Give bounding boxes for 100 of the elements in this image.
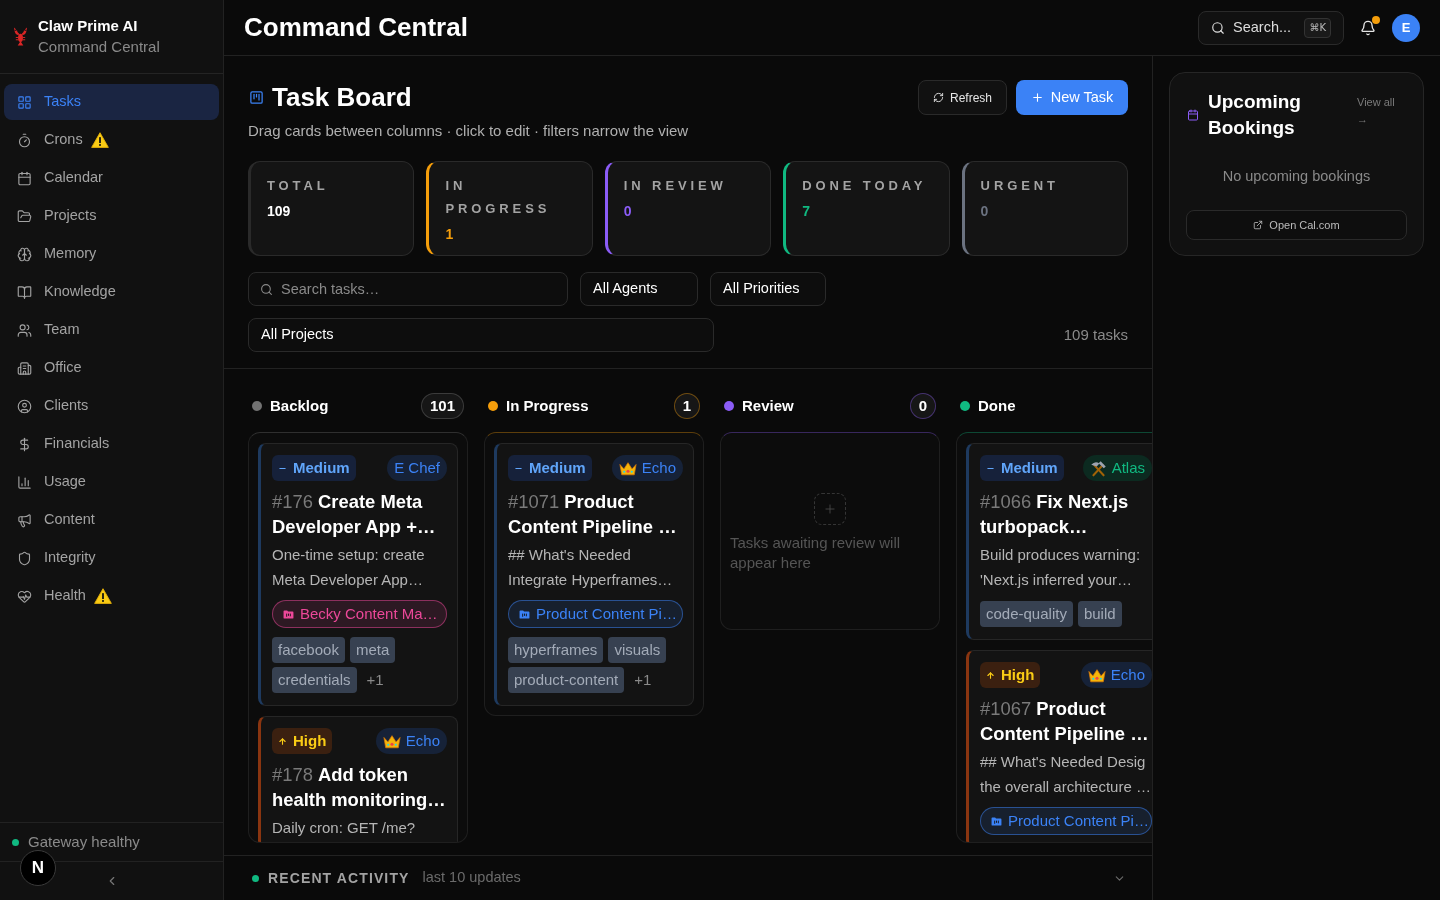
nav-item[interactable]: Usage: [4, 464, 219, 500]
stat-label: IN PROGRESS: [445, 177, 552, 218]
nav-item[interactable]: Knowledge: [4, 274, 219, 310]
search-field[interactable]: Search tasks…: [248, 272, 568, 306]
agent-badge: Echo: [1080, 662, 1152, 688]
brand-name: Claw Prime AI: [38, 16, 139, 36]
empty-bookings-text: No upcoming bookings: [1221, 167, 1372, 186]
nav-item[interactable]: Memory: [4, 236, 219, 272]
project-filter-select[interactable]: All Projects: [248, 318, 714, 352]
stat-label: TOTAL: [267, 177, 330, 195]
agent-badge: Echo: [611, 455, 683, 481]
project-pill: Product Content Pi…: [508, 600, 683, 628]
stopwatch-icon: [17, 132, 32, 148]
more-tags-count: +1: [366, 669, 384, 690]
activity-title: RECENT ACTIVITY: [268, 868, 410, 888]
task-title: #1071 Product Content Pipeline …: [508, 490, 678, 539]
search-icon: [1211, 20, 1225, 35]
nav-item[interactable]: Financials: [4, 426, 219, 462]
page-title: Command Central: [244, 11, 468, 44]
bar-chart-icon: [17, 474, 32, 490]
stat-label: DONE TODAY: [802, 177, 928, 195]
add-placeholder-icon: [814, 493, 846, 525]
task-title: #1066 Fix Next.js turbopack…: [980, 490, 1130, 539]
column-title: In Progress: [506, 395, 589, 416]
task-title: #178 Add token health monitoring…: [272, 763, 447, 812]
open-calendar-button[interactable]: Open Cal.com: [1186, 210, 1407, 240]
view-all-link[interactable]: View all →: [1357, 94, 1403, 128]
heart-pulse-icon: [17, 588, 32, 604]
agent-badge: Atlas: [1082, 455, 1152, 481]
people-icon: [17, 322, 32, 338]
refresh-icon: [933, 92, 944, 103]
task-card[interactable]: Medium Atlas #1066 Fix Next.js turbopack… Build produces warning: 'Next.js inferred your… code-quality build: [966, 443, 1152, 640]
bell-icon[interactable]: [1360, 19, 1376, 36]
nav-item[interactable]: Calendar: [4, 160, 219, 196]
megaphone-icon: [17, 512, 32, 528]
nav-item[interactable]: Health: [4, 578, 219, 614]
board-title: Task Board: [272, 81, 412, 114]
agent-badge: Echo: [375, 728, 447, 754]
folder-icon: [17, 208, 32, 224]
tag-chip: code-quality: [980, 601, 1073, 627]
search-icon: [260, 283, 273, 296]
tag-chip: build: [1077, 601, 1122, 627]
column-title: Done: [978, 395, 1016, 416]
column-count: 1: [673, 393, 700, 419]
book-icon: [17, 284, 32, 300]
priority-badge: Medium: [272, 455, 356, 481]
tag-chip: visuals: [608, 637, 667, 663]
search-button[interactable]: Search... ⌘K: [1198, 10, 1344, 45]
building-icon: [17, 360, 32, 376]
task-title: #176 Create Meta Developer App +…: [272, 490, 437, 539]
refresh-button[interactable]: Refresh: [918, 80, 1007, 115]
avatar-button[interactable]: E: [1392, 13, 1420, 42]
nav-item[interactable]: Team: [4, 312, 219, 348]
external-link-icon: [1253, 220, 1264, 230]
nav-item[interactable]: Tasks: [4, 84, 219, 120]
task-card[interactable]: Medium E Chef #176 Create Meta Developer App +… One-time setup: create Meta Developer App… Becky Content Ma… facebook meta credentials +1: [258, 443, 458, 706]
kanban-icon: [249, 90, 264, 105]
task-title: #1067 Product Content Pipeline …: [980, 697, 1150, 746]
brand-subtitle: Command Central: [38, 37, 160, 57]
agent-filter-select[interactable]: All Agents: [580, 272, 698, 306]
stat-value: 0: [623, 202, 633, 221]
gateway-status: Gateway healthy: [28, 831, 140, 852]
dollar-icon: [17, 436, 32, 452]
activity-subtitle: last 10 updates: [422, 868, 521, 888]
task-description: ## What's Needed Integrate Hyperframes…: [508, 545, 674, 590]
nav-item[interactable]: Projects: [4, 198, 219, 234]
tag-chip: hyperframes: [508, 637, 604, 663]
task-card[interactable]: High Echo #178 Add token health monitoring… Daily cron: GET /me?: [258, 716, 458, 842]
hammer-and-pick-icon: [1089, 459, 1107, 477]
nav-item[interactable]: Integrity: [4, 540, 219, 576]
nav-item[interactable]: Clients: [4, 388, 219, 424]
calendar-icon: [17, 170, 32, 186]
stat-label: URGENT: [980, 177, 1060, 195]
new-task-button[interactable]: New Task: [1016, 80, 1128, 115]
nav-item[interactable]: Crons: [4, 122, 219, 158]
nav-item[interactable]: Content: [4, 502, 219, 538]
project-pill: Becky Content Ma…: [272, 600, 447, 628]
column-title: Review: [742, 395, 794, 416]
task-description: Daily cron: GET /me?: [272, 818, 417, 838]
tag-chip: product-content: [508, 667, 625, 693]
tag-chip: credentials: [272, 667, 357, 693]
priority-filter-select[interactable]: All Priorities: [710, 272, 826, 306]
task-card[interactable]: High Echo #1067 Product Content Pipeline … ## What's Needed Desig the overall architecture … Product Content Pi…: [966, 650, 1152, 842]
stat-label: IN REVIEW: [623, 177, 728, 195]
dev-tools-badge[interactable]: N: [20, 850, 56, 886]
user-circle-icon: [17, 398, 32, 414]
stat-value: 7: [802, 202, 811, 221]
plus-icon: [1030, 91, 1044, 104]
task-description: Build produces warning: 'Next.js inferred your…: [980, 545, 1142, 590]
board-subtitle: Drag cards between columns · click to edit · filters narrow the view: [248, 121, 689, 141]
crown-icon: [1087, 667, 1106, 683]
nav-item[interactable]: Office: [4, 350, 219, 386]
priority-badge: High: [272, 728, 333, 754]
task-card[interactable]: Medium Echo #1071 Product Content Pipeline … ## What's Needed Integrate Hyperframes… Product Content Pi… hyperframes visuals product-content +1: [494, 443, 694, 706]
column-count: 101: [420, 393, 464, 419]
stat-value: 1: [445, 225, 455, 244]
stat-value: 0: [980, 202, 990, 221]
priority-badge: Medium: [980, 455, 1064, 481]
stat-value: 109: [267, 202, 292, 221]
task-description: ## What's Needed Desig the overall architecture …: [980, 752, 1152, 797]
